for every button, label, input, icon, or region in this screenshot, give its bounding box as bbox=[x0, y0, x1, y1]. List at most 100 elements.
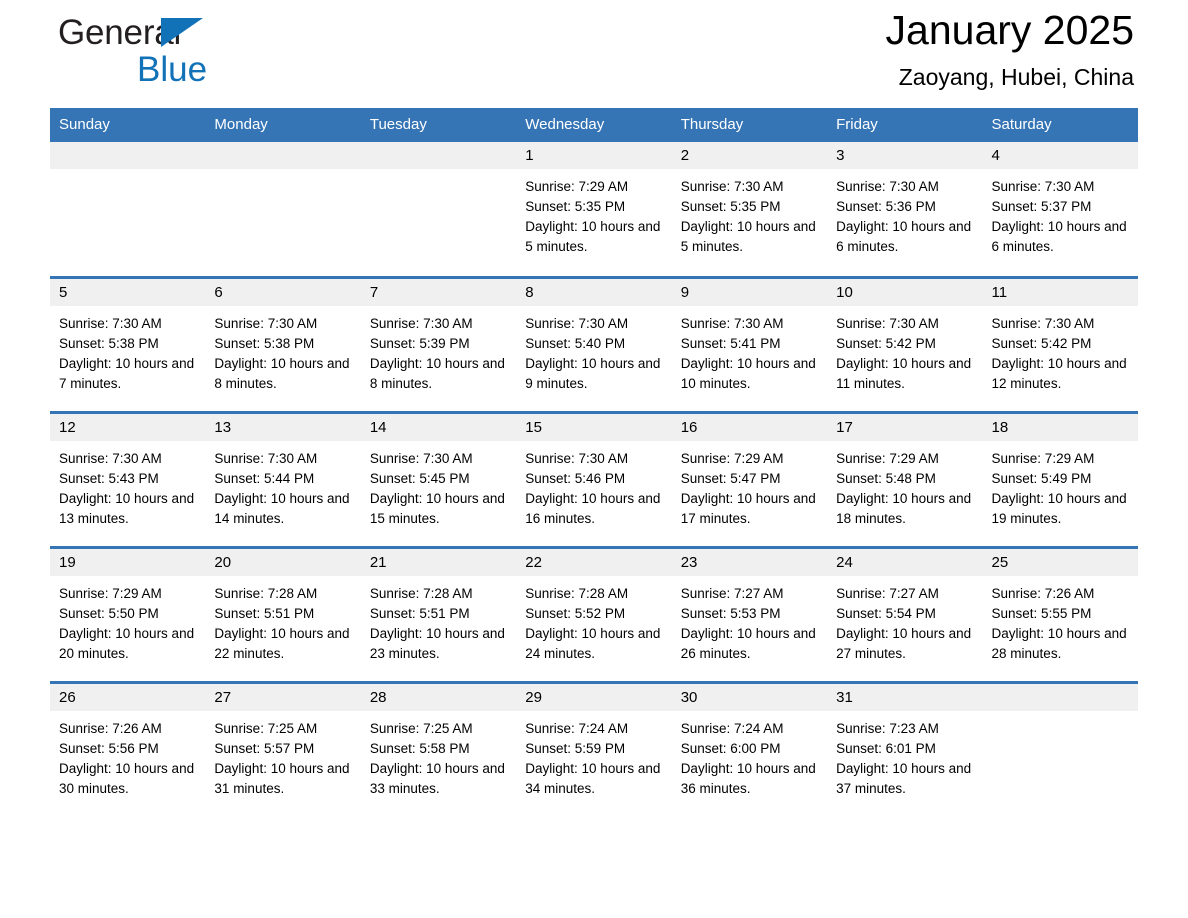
sunrise-text: Sunrise: 7:29 AM bbox=[836, 450, 939, 466]
day-cell-details: Sunrise: 7:30 AM Sunset: 5:43 PM Daylight:… bbox=[50, 441, 205, 529]
calendar-day-cell[interactable]: 21 Sunrise: 7:28 AM Sunset: 5:51 PM Dayligh… bbox=[360, 545, 517, 682]
day-cell-details: Sunrise: 7:30 AM Sunset: 5:41 PM Daylight:… bbox=[672, 306, 827, 394]
weekday-header-thursday: Thursday bbox=[671, 108, 828, 142]
calendar-day-cell[interactable]: 22 Sunrise: 7:28 AM Sunset: 5:52 PM Dayligh… bbox=[516, 545, 672, 682]
calendar-day-cell[interactable]: 3 Sunrise: 7:30 AM Sunset: 5:36 PM Daylight… bbox=[827, 142, 983, 277]
calendar-day-cell[interactable]: 13 Sunrise: 7:30 AM Sunset: 5:44 PM Dayligh… bbox=[205, 410, 361, 547]
sunrise-text: Sunrise: 7:27 AM bbox=[680, 585, 784, 601]
calendar-week-row: 26 Sunrise: 7:26 AM Sunset: 5:56 PM Dayligh… bbox=[50, 680, 1138, 817]
calendar-day-cell[interactable]: 11 Sunrise: 7:30 AM Sunset: 5:42 PM Dayligh… bbox=[982, 275, 1138, 412]
sunset-text: Sunset: 6:01 PM bbox=[836, 740, 936, 756]
calendar-day-cell[interactable]: 8 Sunrise: 7:30 AM Sunset: 5:40 PM Daylight… bbox=[516, 275, 672, 412]
calendar-day-cell[interactable]: 1 Sunrise: 7:29 AM Sunset: 5:35 PM Daylight… bbox=[516, 142, 672, 277]
sunset-text: Sunset: 5:51 PM bbox=[369, 605, 470, 621]
day-cell-inner: 4 Sunrise: 7:30 AM Sunset: 5:37 PM Daylight… bbox=[982, 142, 1138, 276]
calendar-day-cell[interactable]: 6 Sunrise: 7:30 AM Sunset: 5:38 PM Daylight… bbox=[205, 275, 361, 412]
calendar-day-cell[interactable]: 28 Sunrise: 7:25 AM Sunset: 5:58 PM Dayligh… bbox=[360, 680, 517, 817]
day-cell-details: Sunrise: 7:24 AM Sunset: 5:59 PM Daylight:… bbox=[516, 711, 671, 799]
calendar-day-cell[interactable]: 30 Sunrise: 7:24 AM Sunset: 6:00 PM Dayligh… bbox=[671, 680, 828, 817]
day-number: 5 bbox=[50, 278, 206, 306]
day-cell-details: Sunrise: 7:30 AM Sunset: 5:38 PM Daylight:… bbox=[205, 306, 360, 394]
day-cell-details: Sunrise: 7:30 AM Sunset: 5:42 PM Daylight:… bbox=[983, 306, 1138, 394]
daylight-text: Daylight: 10 hours and 15 minutes. bbox=[369, 490, 505, 526]
calendar-day-cell[interactable]: 4 Sunrise: 7:30 AM Sunset: 5:37 PM Daylight… bbox=[982, 142, 1138, 277]
day-cell-inner: 7 Sunrise: 7:30 AM Sunset: 5:39 PM Daylight… bbox=[360, 278, 517, 411]
sunrise-text: Sunrise: 7:24 AM bbox=[525, 720, 629, 736]
calendar-day-cell[interactable]: 24 Sunrise: 7:27 AM Sunset: 5:54 PM Dayligh… bbox=[827, 545, 983, 682]
calendar-day-cell[interactable]: 31 Sunrise: 7:23 AM Sunset: 6:01 PM Dayligh… bbox=[827, 680, 983, 817]
day-cell-inner: 17 Sunrise: 7:29 AM Sunset: 5:48 PM Dayligh… bbox=[827, 413, 983, 546]
page-header: General Blue January 2025 Zaoyang, Hubei… bbox=[50, 0, 1138, 108]
calendar-day-cell[interactable]: 16 Sunrise: 7:29 AM Sunset: 5:47 PM Dayligh… bbox=[671, 410, 828, 547]
calendar-day-cell[interactable]: 14 Sunrise: 7:30 AM Sunset: 5:45 PM Dayligh… bbox=[360, 410, 517, 547]
daylight-text: Daylight: 10 hours and 5 minutes. bbox=[680, 219, 816, 254]
daylight-text: Daylight: 10 hours and 6 minutes. bbox=[991, 219, 1127, 254]
day-cell-inner bbox=[360, 142, 517, 276]
day-cell-details: Sunrise: 7:28 AM Sunset: 5:51 PM Daylight:… bbox=[361, 576, 516, 664]
sunrise-text: Sunrise: 7:29 AM bbox=[680, 450, 784, 466]
sunset-text: Sunset: 5:42 PM bbox=[991, 335, 1092, 351]
day-number: 16 bbox=[671, 413, 828, 441]
calendar-day-cell[interactable]: 9 Sunrise: 7:30 AM Sunset: 5:41 PM Daylight… bbox=[671, 275, 828, 412]
day-number bbox=[982, 683, 1138, 711]
logo-text-blue: Blue bbox=[137, 50, 208, 89]
sunset-text: Sunset: 5:52 PM bbox=[525, 605, 626, 621]
day-cell-inner: 14 Sunrise: 7:30 AM Sunset: 5:45 PM Dayligh… bbox=[360, 413, 517, 546]
calendar-day-cell[interactable]: 5 Sunrise: 7:30 AM Sunset: 5:38 PM Daylight… bbox=[50, 275, 206, 412]
daylight-text: Daylight: 10 hours and 7 minutes. bbox=[59, 355, 195, 391]
calendar-day-cell[interactable]: 7 Sunrise: 7:30 AM Sunset: 5:39 PM Daylight… bbox=[360, 275, 517, 412]
calendar-day-cell[interactable]: 10 Sunrise: 7:30 AM Sunset: 5:42 PM Dayligh… bbox=[827, 275, 983, 412]
day-number: 3 bbox=[827, 142, 983, 169]
day-number: 27 bbox=[205, 683, 361, 711]
day-number: 18 bbox=[982, 413, 1138, 441]
day-cell-inner: 25 Sunrise: 7:26 AM Sunset: 5:55 PM Dayligh… bbox=[982, 548, 1138, 681]
calendar-day-cell[interactable]: 20 Sunrise: 7:28 AM Sunset: 5:51 PM Dayligh… bbox=[205, 545, 361, 682]
daylight-text: Daylight: 10 hours and 30 minutes. bbox=[59, 760, 195, 796]
day-cell-inner: 10 Sunrise: 7:30 AM Sunset: 5:42 PM Dayligh… bbox=[827, 278, 983, 411]
calendar-day-cell[interactable]: 19 Sunrise: 7:29 AM Sunset: 5:50 PM Dayligh… bbox=[50, 545, 206, 682]
calendar-day-cell[interactable]: 27 Sunrise: 7:25 AM Sunset: 5:57 PM Dayligh… bbox=[205, 680, 361, 817]
sunset-text: Sunset: 5:53 PM bbox=[680, 605, 781, 621]
day-cell-inner: 1 Sunrise: 7:29 AM Sunset: 5:35 PM Daylight… bbox=[516, 142, 672, 276]
calendar-day-cell[interactable]: 12 Sunrise: 7:30 AM Sunset: 5:43 PM Dayligh… bbox=[50, 410, 206, 547]
weekday-header-saturday: Saturday bbox=[982, 108, 1138, 142]
day-number: 2 bbox=[671, 142, 828, 169]
day-cell-details: Sunrise: 7:25 AM Sunset: 5:57 PM Daylight:… bbox=[205, 711, 360, 799]
sunset-text: Sunset: 5:58 PM bbox=[369, 740, 470, 756]
calendar-day-cell[interactable]: 25 Sunrise: 7:26 AM Sunset: 5:55 PM Dayligh… bbox=[982, 545, 1138, 682]
sunset-text: Sunset: 5:38 PM bbox=[59, 335, 159, 351]
day-cell-inner: 12 Sunrise: 7:30 AM Sunset: 5:43 PM Dayligh… bbox=[50, 413, 206, 546]
day-number: 6 bbox=[205, 278, 361, 306]
day-cell-details: Sunrise: 7:24 AM Sunset: 6:00 PM Daylight:… bbox=[672, 711, 827, 799]
day-cell-details: Sunrise: 7:27 AM Sunset: 5:54 PM Daylight:… bbox=[827, 576, 982, 664]
calendar-day-cell[interactable]: 2 Sunrise: 7:30 AM Sunset: 5:35 PM Daylight… bbox=[671, 142, 828, 277]
calendar-day-cell[interactable]: 26 Sunrise: 7:26 AM Sunset: 5:56 PM Dayligh… bbox=[50, 680, 206, 817]
calendar-day-cell[interactable]: 15 Sunrise: 7:30 AM Sunset: 5:46 PM Dayligh… bbox=[516, 410, 672, 547]
daylight-text: Daylight: 10 hours and 34 minutes. bbox=[525, 760, 661, 796]
day-number: 10 bbox=[827, 278, 983, 306]
day-number: 19 bbox=[50, 548, 206, 576]
day-cell-inner: 22 Sunrise: 7:28 AM Sunset: 5:52 PM Dayligh… bbox=[516, 548, 672, 681]
sunset-text: Sunset: 6:00 PM bbox=[680, 740, 781, 756]
calendar-day-cell[interactable]: 18 Sunrise: 7:29 AM Sunset: 5:49 PM Dayligh… bbox=[982, 410, 1138, 547]
calendar-day-cell[interactable]: 29 Sunrise: 7:24 AM Sunset: 5:59 PM Dayligh… bbox=[516, 680, 672, 817]
sunrise-text: Sunrise: 7:23 AM bbox=[836, 720, 939, 736]
daylight-text: Daylight: 10 hours and 16 minutes. bbox=[525, 490, 661, 526]
sunrise-text: Sunrise: 7:29 AM bbox=[991, 450, 1095, 466]
calendar-body: 1 Sunrise: 7:29 AM Sunset: 5:35 PM Daylight… bbox=[50, 142, 1138, 817]
day-cell-details: Sunrise: 7:29 AM Sunset: 5:50 PM Daylight:… bbox=[50, 576, 205, 664]
day-cell-details: Sunrise: 7:30 AM Sunset: 5:36 PM Daylight:… bbox=[827, 169, 982, 257]
day-cell-inner: 5 Sunrise: 7:30 AM Sunset: 5:38 PM Daylight… bbox=[50, 278, 206, 411]
day-number: 31 bbox=[827, 683, 983, 711]
day-cell-details: Sunrise: 7:29 AM Sunset: 5:49 PM Daylight:… bbox=[983, 441, 1138, 529]
day-number: 22 bbox=[516, 548, 672, 576]
day-cell-details: Sunrise: 7:30 AM Sunset: 5:35 PM Daylight:… bbox=[672, 169, 827, 257]
daylight-text: Daylight: 10 hours and 5 minutes. bbox=[525, 219, 661, 254]
day-number: 17 bbox=[827, 413, 983, 441]
calendar-day-cell[interactable]: 17 Sunrise: 7:29 AM Sunset: 5:48 PM Dayligh… bbox=[827, 410, 983, 547]
sunset-text: Sunset: 5:35 PM bbox=[680, 199, 781, 214]
day-cell-inner: 19 Sunrise: 7:29 AM Sunset: 5:50 PM Dayligh… bbox=[50, 548, 206, 681]
sunset-text: Sunset: 5:42 PM bbox=[836, 335, 936, 351]
daylight-text: Daylight: 10 hours and 14 minutes. bbox=[214, 490, 350, 526]
calendar-day-cell[interactable]: 23 Sunrise: 7:27 AM Sunset: 5:53 PM Dayligh… bbox=[671, 545, 828, 682]
